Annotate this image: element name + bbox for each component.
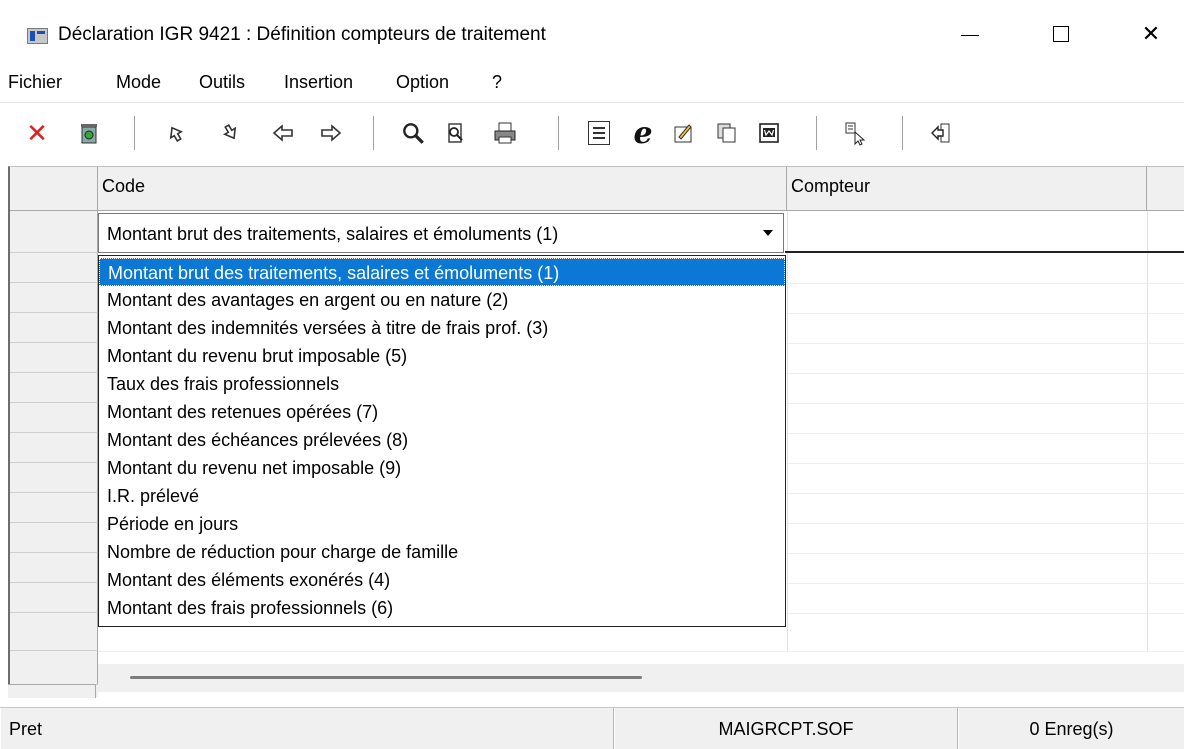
dropdown-option[interactable]: Montant des retenues opérées (7) xyxy=(99,398,785,426)
edit-icon[interactable] xyxy=(668,115,698,151)
next-icon[interactable] xyxy=(316,115,346,151)
row-header[interactable] xyxy=(10,523,98,553)
dropdown-option[interactable]: Nombre de réduction pour charge de famil… xyxy=(99,538,785,566)
row-header[interactable] xyxy=(10,583,98,613)
menu-fichier[interactable]: Fichier xyxy=(8,72,62,93)
last-record-icon[interactable] xyxy=(216,115,246,151)
dropdown-option[interactable]: Montant des indemnités versées à titre d… xyxy=(99,314,785,342)
toolbar: ✕ e xyxy=(0,102,1184,162)
row-header[interactable] xyxy=(10,343,98,373)
toolbar-separator xyxy=(373,116,375,150)
row-header[interactable] xyxy=(10,313,98,343)
menu-mode[interactable]: Mode xyxy=(116,72,161,93)
grid-line xyxy=(787,211,788,651)
export-text-icon[interactable] xyxy=(584,115,614,151)
status-state: Pret xyxy=(0,708,614,749)
code-combobox-value: Montant brut des traitements, salaires e… xyxy=(107,224,559,244)
dropdown-option[interactable]: Montant des échéances prélevées (8) xyxy=(99,426,785,454)
delete-icon[interactable]: ✕ xyxy=(22,115,52,151)
column-header-empty xyxy=(1147,167,1184,211)
search-icon[interactable] xyxy=(398,115,428,151)
horizontal-scrollbar[interactable] xyxy=(98,664,1184,692)
dropdown-arrow-icon[interactable] xyxy=(755,217,781,249)
minimize-icon xyxy=(961,34,979,36)
row-header[interactable] xyxy=(10,403,98,433)
column-header-code[interactable]: Code xyxy=(98,167,787,211)
maximize-button[interactable] xyxy=(1038,14,1084,54)
print-icon[interactable] xyxy=(490,115,520,151)
internet-explorer-icon[interactable]: e xyxy=(628,115,658,151)
grid-line xyxy=(98,651,1184,652)
compteur-cell[interactable] xyxy=(785,213,1184,253)
menu-option[interactable]: Option xyxy=(396,72,449,93)
row-header-column xyxy=(10,167,98,697)
row-header[interactable] xyxy=(10,651,98,685)
maximize-icon xyxy=(1053,26,1069,42)
status-file: MAIGRCPT.SOF xyxy=(614,708,958,749)
exit-icon[interactable] xyxy=(926,115,956,151)
menu-outils[interactable]: Outils xyxy=(199,72,245,93)
status-records: 0 Enreg(s) xyxy=(958,708,1184,749)
row-header[interactable] xyxy=(10,463,98,493)
row-header[interactable] xyxy=(10,613,98,651)
find-icon[interactable] xyxy=(440,115,470,151)
first-record-icon[interactable] xyxy=(160,115,190,151)
dropdown-option[interactable]: Montant des frais professionnels (6) xyxy=(99,594,785,622)
status-bar: Pret MAIGRCPT.SOF 0 Enreg(s) xyxy=(0,707,1184,749)
close-icon: ✕ xyxy=(1141,21,1161,46)
dropdown-option[interactable]: Montant des éléments exonérés (4) xyxy=(99,566,785,594)
code-combobox[interactable]: Montant brut des traitements, salaires e… xyxy=(98,213,784,253)
close-button[interactable]: ✕ xyxy=(1128,14,1174,54)
toolbar-separator xyxy=(558,116,560,150)
code-dropdown-list[interactable]: Montant brut des traitements, salaires e… xyxy=(98,255,786,627)
column-header-compteur[interactable]: Compteur xyxy=(787,167,1147,211)
menu-help[interactable]: ? xyxy=(492,72,502,93)
toolbar-separator xyxy=(902,116,904,150)
menu-bar: Fichier Mode Outils Insertion Option ? xyxy=(0,68,1184,102)
title-bar: Déclaration IGR 9421 : Définition compte… xyxy=(0,0,1184,68)
word-export-icon[interactable] xyxy=(754,115,784,151)
dropdown-option[interactable]: Période en jours xyxy=(99,510,785,538)
grid-corner xyxy=(10,167,98,211)
app-icon[interactable] xyxy=(27,28,48,44)
recycle-icon[interactable] xyxy=(74,115,104,151)
minimize-button[interactable] xyxy=(947,14,993,54)
grid-footer-corner xyxy=(8,684,96,698)
previous-icon[interactable] xyxy=(268,115,298,151)
dropdown-option[interactable]: I.R. prélevé xyxy=(99,482,785,510)
select-icon[interactable] xyxy=(840,115,870,151)
dropdown-option[interactable]: Montant du revenu brut imposable (5) xyxy=(99,342,785,370)
row-header[interactable] xyxy=(10,253,98,283)
copy-icon[interactable] xyxy=(712,115,742,151)
row-header[interactable] xyxy=(10,211,98,253)
window-title: Déclaration IGR 9421 : Définition compte… xyxy=(58,24,546,45)
menu-insertion[interactable]: Insertion xyxy=(284,72,353,93)
toolbar-separator xyxy=(134,116,136,150)
dropdown-option[interactable]: Montant brut des traitements, salaires e… xyxy=(99,258,785,286)
row-header[interactable] xyxy=(10,373,98,403)
row-header[interactable] xyxy=(10,283,98,313)
dropdown-option[interactable]: Montant des avantages en argent ou en na… xyxy=(99,286,785,314)
scrollbar-thumb[interactable] xyxy=(130,676,642,679)
toolbar-separator xyxy=(816,116,818,150)
row-header[interactable] xyxy=(10,553,98,583)
row-header[interactable] xyxy=(10,433,98,463)
row-header[interactable] xyxy=(10,493,98,523)
dropdown-option[interactable]: Taux des frais professionnels xyxy=(99,370,785,398)
dropdown-option[interactable]: Montant du revenu net imposable (9) xyxy=(99,454,785,482)
grid-line xyxy=(1147,211,1148,651)
